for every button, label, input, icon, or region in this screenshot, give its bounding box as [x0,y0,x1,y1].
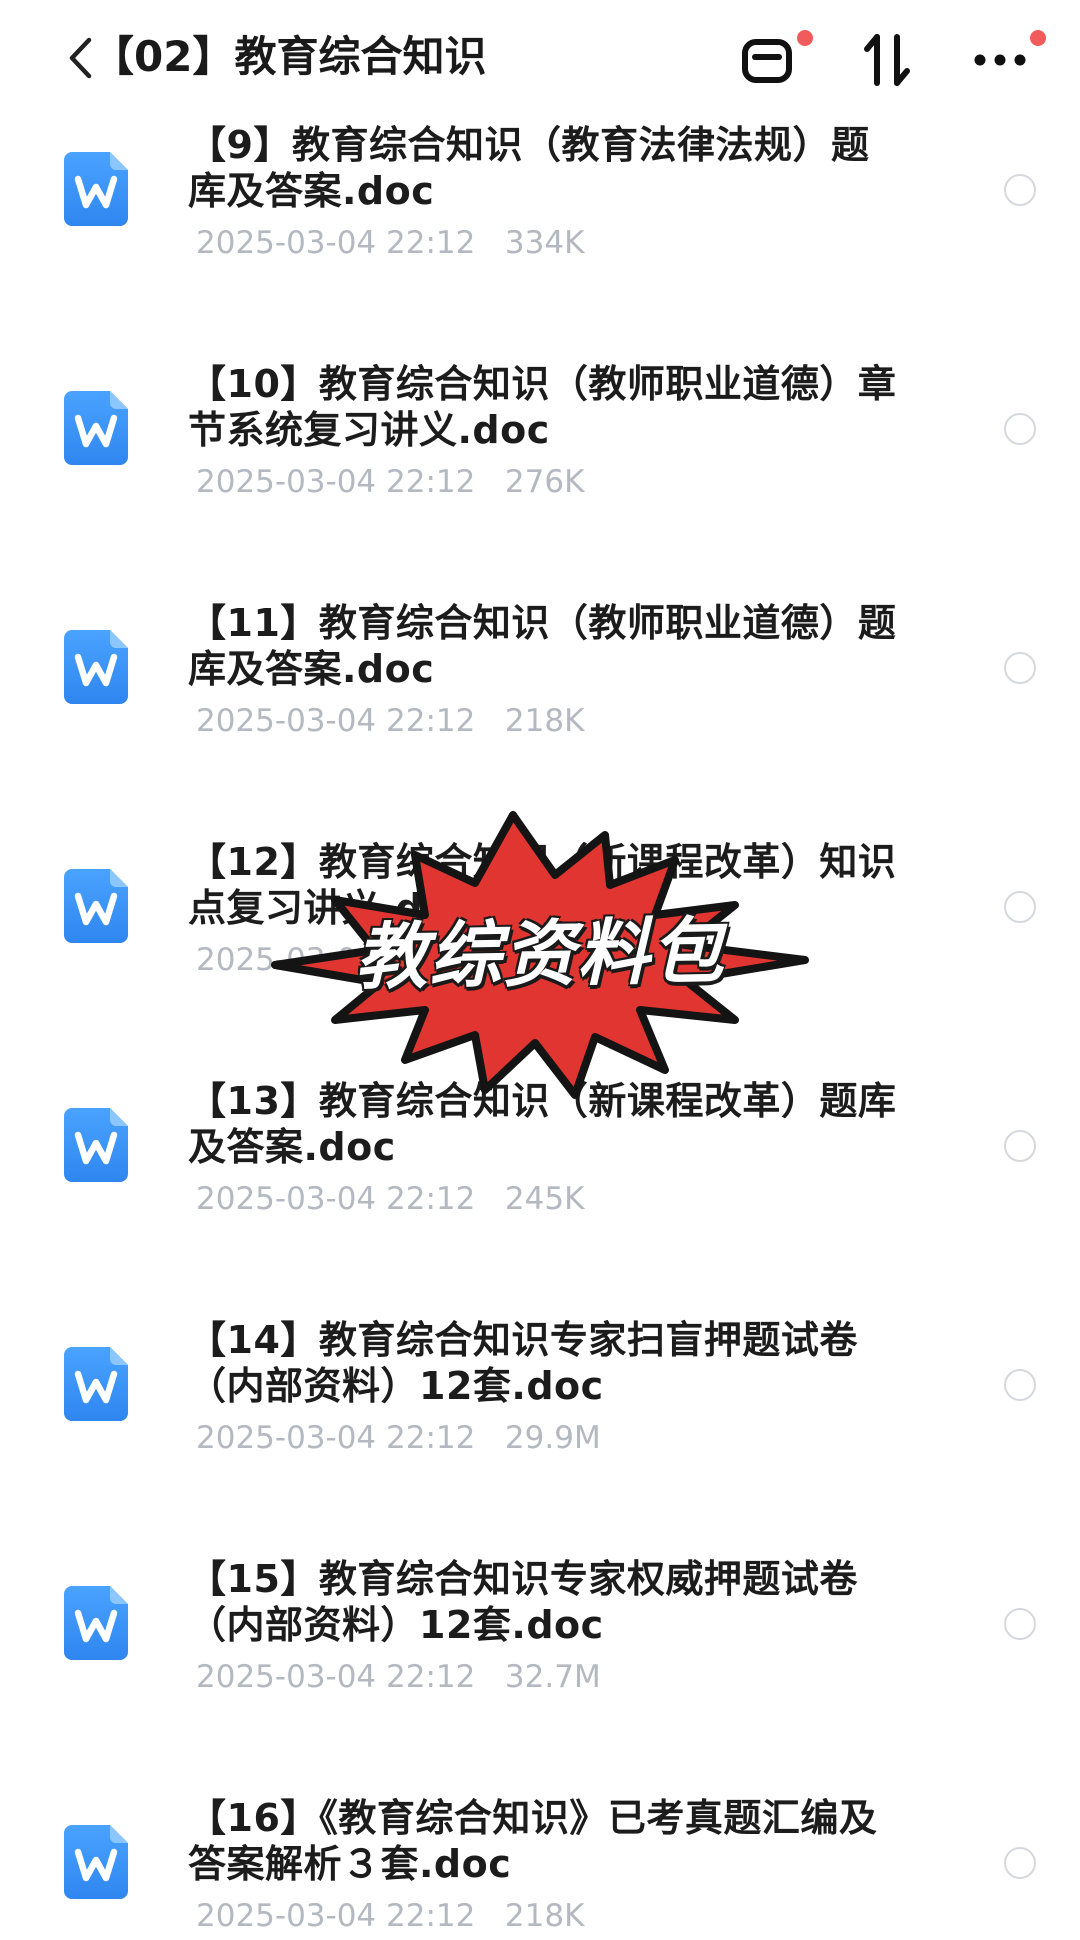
file-meta: 2025-03-04 22:12 29.9M [196,1418,601,1458]
chevron-left-icon [69,37,92,79]
file-date: 2025-03-04 22:12 [196,1659,476,1695]
file-meta: 2025-03-04 22:12 218K [196,701,584,741]
word-doc-icon [64,1108,128,1182]
file-size: 218K [504,1898,585,1934]
more-icon [974,54,1026,66]
file-name: 【10】教育综合知识（教师职业道德）章节系统复习讲义.doc [188,362,897,452]
file-date: 2025-03-04 22:12 [196,225,476,261]
word-doc-icon [64,152,128,226]
select-checkbox[interactable] [1004,1847,1036,1879]
file-date: 2025-03-04 22:12 [196,1898,476,1934]
file-name: 【14】教育综合知识专家扫盲押题试卷（内部资料）12套.doc [188,1318,858,1408]
file-meta: 2025-03-04 22:12 32.7M [196,1657,601,1697]
file-size: 245K [504,1181,585,1217]
notification-dot [797,30,813,46]
more-button[interactable] [970,30,1030,90]
file-name: 【9】教育综合知识（教育法律法规）题库及答案.doc [188,123,870,213]
sort-button[interactable] [857,30,917,90]
file-row[interactable]: 【11】教育综合知识（教师职业道德）题库及答案.doc 2025-03-04 2… [0,592,1080,831]
page-title: 【02】教育综合知识 [92,32,487,81]
file-row[interactable]: 【15】教育综合知识专家权威押题试卷（内部资料）12套.doc 2025-03-… [0,1548,1080,1787]
file-browser-screen: 【9】教育综合知识（教育法律法规）题库及答案.doc 2025-03-04 22… [0,0,1080,1940]
file-name: 【15】教育综合知识专家权威押题试卷（内部资料）12套.doc [188,1557,858,1647]
word-doc-icon [64,869,128,943]
file-meta: 2025-03-04 22:12 218K [196,1896,584,1936]
window-button[interactable] [738,30,798,90]
word-doc-icon [64,630,128,704]
select-checkbox[interactable] [1004,1130,1036,1162]
sticker-label: 教综资料包 [354,908,726,999]
select-checkbox[interactable] [1004,891,1036,923]
select-checkbox[interactable] [1004,652,1036,684]
select-checkbox[interactable] [1004,174,1036,206]
promo-burst-sticker: 教综资料包 [265,805,815,1105]
file-name: 【11】教育综合知识（教师职业道德）题库及答案.doc [188,601,897,691]
file-date: 2025-03-04 22:12 [196,703,476,739]
word-doc-icon [64,1347,128,1421]
file-date: 2025-03-04 22:12 [196,464,476,500]
sort-icon [864,34,910,86]
file-size: 218K [504,703,585,739]
file-size: 276K [504,464,585,500]
file-name: 【16】《教育综合知识》已考真题汇编及答案解析３套.doc [188,1796,878,1886]
file-row[interactable]: 【14】教育综合知识专家扫盲押题试卷（内部资料）12套.doc 2025-03-… [0,1309,1080,1548]
file-date: 2025-03-04 22:12 [196,1181,476,1217]
header-bar: 【02】教育综合知识 [0,0,1080,118]
select-checkbox[interactable] [1004,1608,1036,1640]
select-checkbox[interactable] [1004,1369,1036,1401]
file-size: 32.7M [504,1659,601,1695]
file-meta: 2025-03-04 22:12 276K [196,462,584,502]
file-row[interactable]: 【9】教育综合知识（教育法律法规）题库及答案.doc 2025-03-04 22… [0,114,1080,353]
notification-dot [1030,30,1046,46]
file-meta: 2025-03-04 22:12 334K [196,223,584,263]
select-checkbox[interactable] [1004,413,1036,445]
file-size: 334K [504,225,585,261]
file-row[interactable]: 【13】教育综合知识（新课程改革）题库及答案.doc 2025-03-04 22… [0,1070,1080,1309]
file-row[interactable]: 【10】教育综合知识（教师职业道德）章节系统复习讲义.doc 2025-03-0… [0,353,1080,592]
word-doc-icon [64,1825,128,1899]
file-size: 29.9M [504,1420,601,1456]
file-row[interactable]: 【16】《教育综合知识》已考真题汇编及答案解析３套.doc 2025-03-04… [0,1787,1080,1940]
window-icon [742,39,792,83]
word-doc-icon [64,391,128,465]
file-meta: 2025-03-04 22:12 245K [196,1179,584,1219]
word-doc-icon [64,1586,128,1660]
file-date: 2025-03-04 22:12 [196,1420,476,1456]
